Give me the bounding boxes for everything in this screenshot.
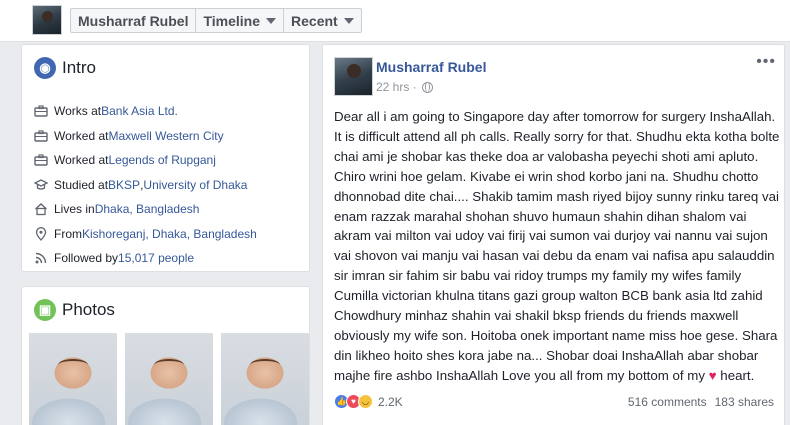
- intro-card: ◉ Intro Works at Bank Asia Ltd. Worked a…: [21, 44, 310, 272]
- post-time-label: 22 hrs ·: [376, 80, 417, 94]
- breadcrumb: Musharraf Rubel Timeline Recent: [70, 8, 362, 33]
- profile-name-link[interactable]: Musharraf Rubel: [71, 9, 197, 32]
- post-author-avatar[interactable]: [334, 57, 373, 96]
- briefcase-icon: [34, 105, 48, 117]
- photos-title[interactable]: Photos: [62, 300, 115, 320]
- rss-icon: [35, 253, 47, 264]
- intro-item-link[interactable]: Bank Asia Ltd.: [101, 104, 178, 118]
- reactions-summary[interactable]: 👍 ♥ ◡ 2.2K: [334, 394, 403, 409]
- intro-item-prefix: From: [54, 226, 82, 241]
- intro-item-link[interactable]: Dhaka, Bangladesh: [95, 202, 200, 216]
- recent-dropdown[interactable]: Recent: [284, 9, 361, 32]
- intro-item-link[interactable]: Legends of Rupganj: [108, 153, 215, 167]
- briefcase-icon: [34, 130, 48, 142]
- globe-icon: ◉: [34, 57, 56, 79]
- profile-top-bar: Musharraf Rubel Timeline Recent: [0, 0, 790, 42]
- reactions-count: 2.2K: [378, 394, 403, 409]
- post-text: Dear all i am going to Singapore day aft…: [334, 109, 780, 383]
- photo-thumbnail[interactable]: [125, 333, 213, 425]
- photos-header: ▣ Photos: [34, 299, 115, 321]
- graduation-cap-icon: [34, 179, 48, 190]
- intro-item-from: From Kishoreganj, Dhaka, Bangladesh: [34, 222, 304, 247]
- intro-header: ◉ Intro: [34, 57, 96, 79]
- house-icon: [35, 203, 47, 216]
- profile-name-label: Musharraf Rubel: [78, 12, 189, 29]
- public-globe-icon: [421, 81, 433, 93]
- more-options-button[interactable]: •••: [756, 53, 776, 71]
- intro-item-work: Worked at Maxwell Western City: [34, 124, 304, 149]
- intro-list: Works at Bank Asia Ltd. Worked at Maxwel…: [34, 99, 304, 271]
- photo-icon: ▣: [34, 299, 56, 321]
- photo-thumbnail[interactable]: [29, 333, 117, 425]
- post-text-end: heart.: [716, 367, 755, 383]
- intro-item-prefix: Worked at: [54, 153, 109, 168]
- heart-icon: ♥: [708, 367, 717, 383]
- photos-card: ▣ Photos: [21, 286, 310, 425]
- post-timestamp[interactable]: 22 hrs ·: [376, 80, 433, 94]
- intro-item-link[interactable]: Maxwell Western City: [108, 129, 223, 143]
- photo-thumbnail[interactable]: [221, 333, 309, 425]
- chevron-down-icon: [266, 17, 277, 24]
- intro-item-prefix: Worked at: [54, 128, 109, 143]
- intro-item-lives-in: Lives in Dhaka, Bangladesh: [34, 197, 304, 222]
- timeline-dropdown[interactable]: Timeline: [196, 9, 285, 32]
- intro-title: Intro: [62, 58, 97, 77]
- post-stats: 516 comments 183 shares: [628, 395, 774, 409]
- photo-grid: [29, 333, 309, 425]
- shares-count-link[interactable]: 183 shares: [715, 395, 774, 409]
- post-card: Musharraf Rubel 22 hrs · ••• Dear all i …: [322, 44, 785, 425]
- followers-link[interactable]: 15,017 people: [118, 251, 194, 265]
- post-author-name[interactable]: Musharraf Rubel: [376, 59, 486, 75]
- intro-item-link[interactable]: BKSP: [108, 178, 140, 192]
- intro-item-work: Worked at Legends of Rupganj: [34, 148, 304, 173]
- intro-item-prefix: Studied at: [54, 177, 109, 192]
- intro-item-education: Studied at BKSP, University of Dhaka: [34, 173, 304, 198]
- timeline-label: Timeline: [203, 12, 261, 29]
- recent-label: Recent: [291, 12, 338, 29]
- intro-item-prefix: Works at: [54, 104, 102, 119]
- intro-item-prefix: Followed by: [54, 251, 119, 266]
- sad-reaction-icon: ◡: [358, 394, 373, 409]
- intro-item-work: Works at Bank Asia Ltd.: [34, 99, 304, 124]
- intro-item-link[interactable]: University of Dhaka: [143, 178, 247, 192]
- location-pin-icon: [35, 226, 47, 241]
- intro-item-link[interactable]: Kishoreganj, Dhaka, Bangladesh: [82, 227, 257, 241]
- chevron-down-icon: [343, 17, 354, 24]
- intro-item-prefix: Lives in: [54, 202, 95, 217]
- comments-count-link[interactable]: 516 comments: [628, 395, 707, 409]
- profile-avatar[interactable]: [32, 5, 62, 35]
- intro-item-followers: Followed by 15,017 people: [34, 246, 304, 271]
- briefcase-icon: [34, 154, 48, 166]
- post-body: Dear all i am going to Singapore day aft…: [334, 107, 784, 386]
